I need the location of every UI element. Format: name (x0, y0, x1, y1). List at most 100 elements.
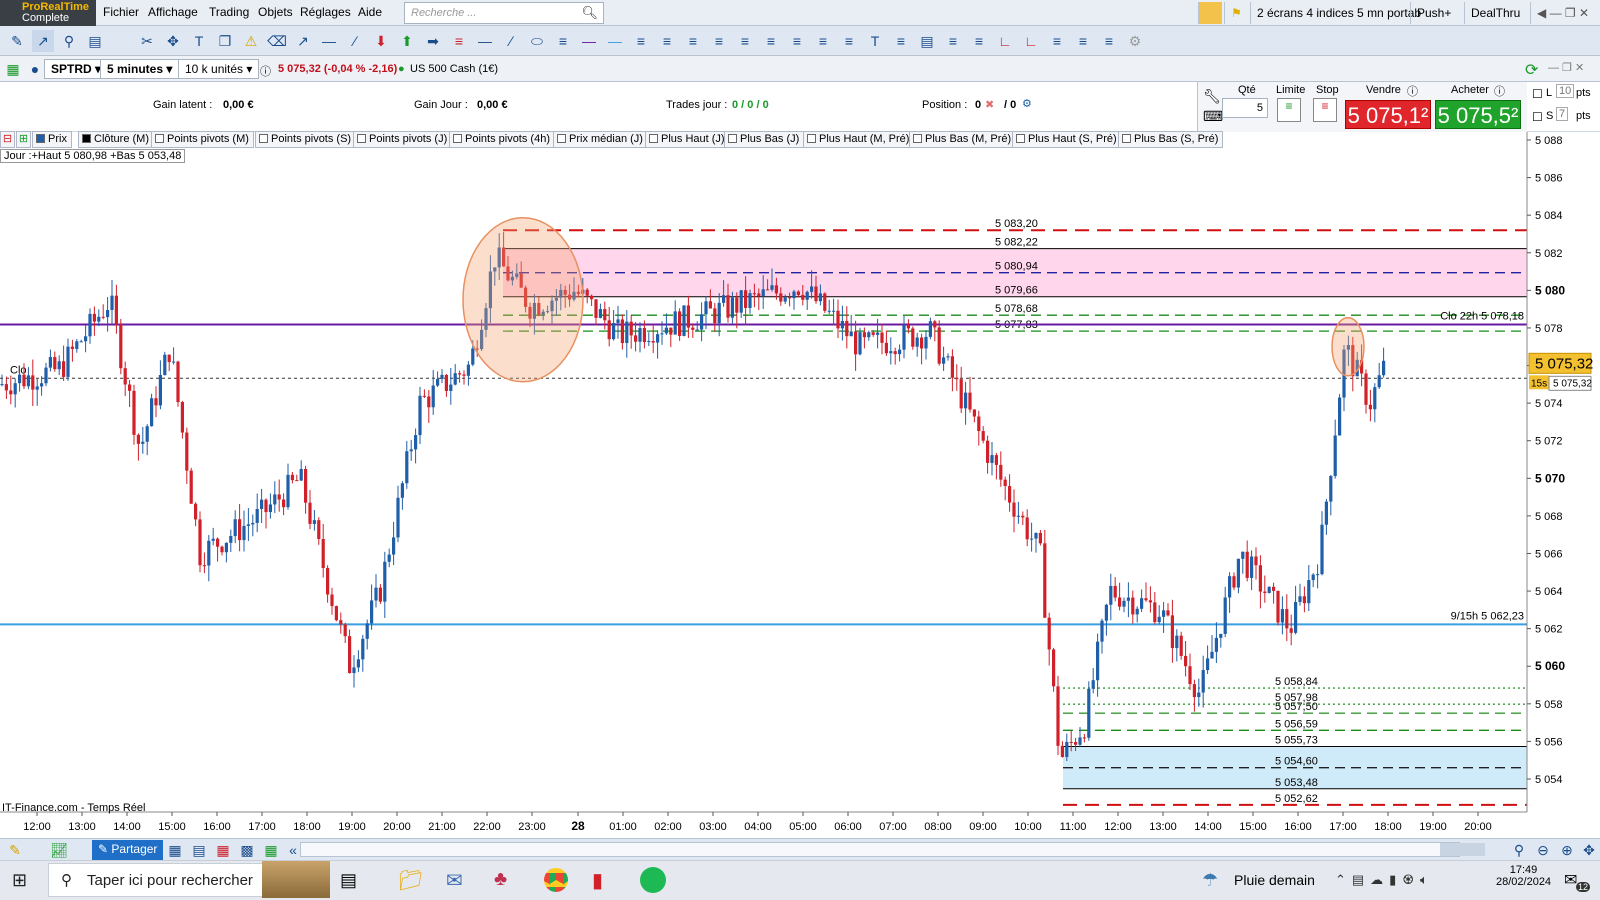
remove-indicator-icon[interactable]: ⊟ (0, 131, 15, 148)
mail-icon[interactable]: ✉ (446, 868, 463, 893)
scissors-tool-icon[interactable]: ✂ (136, 30, 158, 52)
hline-tool-icon[interactable]: ≡ (448, 30, 470, 52)
cursor-tool-icon[interactable]: ↗ (32, 30, 54, 52)
fibo-tool-7-icon[interactable]: ≡ (786, 30, 808, 52)
flag-icon[interactable]: ⚑ (1224, 2, 1248, 24)
sell-info-icon[interactable]: ⓘ (1407, 83, 1418, 99)
close-position-icon[interactable]: ✖ (985, 98, 994, 111)
fibo-tool-11-icon[interactable]: ≡ (968, 30, 990, 52)
window-controls-icon[interactable]: — ❐ ✕ (1548, 61, 1584, 74)
text-box-icon[interactable]: T (864, 30, 886, 52)
fibo-tool-13-icon[interactable]: ≡ (1072, 30, 1094, 52)
weather-text[interactable]: Pluie demain (1234, 872, 1315, 888)
indicator-pivots-4h[interactable]: Points pivots (4h) (449, 131, 555, 148)
zoom-out-icon[interactable]: ⊖ (1532, 839, 1554, 861)
qty-input[interactable]: 5 (1222, 98, 1268, 118)
stop-order-button[interactable]: ≡ (1313, 98, 1337, 122)
limit-order-button[interactable]: ≡ (1277, 98, 1301, 122)
menu-fichier[interactable]: Fichier (103, 5, 139, 19)
purple-line-icon[interactable]: ― (578, 30, 600, 52)
multi-chart-icon[interactable]: ▩ (236, 839, 258, 861)
clock[interactable]: 17:49 28/02/2024 (1496, 864, 1551, 888)
fibo-tool-1-icon[interactable]: ≡ (630, 30, 652, 52)
info-icon[interactable]: ⓘ (260, 63, 271, 79)
trendline-icon[interactable]: ∕ (500, 30, 522, 52)
ticker-select[interactable]: SPTRD ▾ (44, 59, 109, 79)
line-tool-icon[interactable]: ∕ (344, 30, 366, 52)
orders-icon[interactable]: ▦ (2, 58, 24, 80)
settings-icon[interactable]: ⚙ (1022, 97, 1032, 110)
alert-bell-icon[interactable]: ⚠ (240, 30, 262, 52)
l-checkbox[interactable]: ☐ (1532, 87, 1543, 101)
file-explorer-icon[interactable]: 📁︎ (398, 868, 423, 893)
sell-button[interactable]: 5 075,1² (1345, 100, 1431, 129)
pencil-tool-icon[interactable]: ✎ (6, 30, 28, 52)
fibo-tool-8-icon[interactable]: ≡ (812, 30, 834, 52)
l-input[interactable]: 10 (1556, 84, 1575, 98)
chrome-icon[interactable] (544, 868, 568, 892)
arrow-tool-icon[interactable]: ↗ (292, 30, 314, 52)
ruler-tool-2-icon[interactable]: ▤ (916, 30, 938, 52)
indicator-plus-haut-m[interactable]: Plus Haut (M, Pré) (803, 131, 915, 148)
menu-trading[interactable]: Trading (209, 5, 249, 19)
move-tool-icon[interactable]: ✥ (162, 30, 184, 52)
price-chart[interactable]: 5 083,20 5 082,22 5 080,94 5 079,66 5 078,68… (0, 132, 1600, 838)
search-input[interactable]: Recherche ... 🔍︎ (404, 2, 604, 24)
dealthru-button[interactable]: DealThru (1464, 2, 1526, 24)
lock-icon[interactable]: ● (24, 58, 46, 80)
menu-aide[interactable]: Aide (358, 5, 382, 19)
fibo-tool-6-icon[interactable]: ≡ (760, 30, 782, 52)
search-icon[interactable]: 🔍︎ (581, 5, 598, 21)
indicator-pivots-s[interactable]: Points pivots (S) (255, 131, 357, 148)
scrollbar-thumb[interactable] (1440, 843, 1485, 856)
zoom-tool-icon[interactable]: ⚲ (58, 30, 80, 52)
list-icon[interactable]: ▤ (188, 839, 210, 861)
settings-tool-icon[interactable]: ⚙ (1124, 30, 1146, 52)
system-tray-icons[interactable]: ⌃▤☁▮♼🔈︎ (1335, 872, 1434, 888)
buy-button[interactable]: 5 075,5² (1435, 100, 1521, 129)
keyboard-icon[interactable]: ⌨ (1203, 108, 1223, 125)
menu-reglages[interactable]: Réglages (300, 5, 351, 19)
prorealtime-taskbar-icon[interactable]: ▮ (592, 868, 603, 893)
share-button[interactable]: ✎ Partager (92, 840, 164, 860)
fibo-tool-4-icon[interactable]: ≡ (708, 30, 730, 52)
export-icon[interactable]: ▦ (260, 839, 282, 861)
ellipse-tool-icon[interactable]: ⬭ (526, 30, 548, 52)
horizontal-line-icon[interactable]: ― (474, 30, 496, 52)
add-indicator-icon[interactable]: ⊞ (16, 131, 31, 148)
chart-scrollbar[interactable] (300, 842, 1460, 857)
s-input[interactable]: 7 (1556, 107, 1569, 121)
pencil-icon[interactable]: ✎ (4, 839, 26, 861)
wrench-icon[interactable]: 🔧︎ (1203, 88, 1221, 105)
indicator-plus-bas-s[interactable]: Plus Bas (S, Pré) (1118, 131, 1224, 148)
segment-tool-icon[interactable]: — (318, 30, 340, 52)
indicator-pivots-j[interactable]: Points pivots (J) (353, 131, 453, 148)
indicator-plus-haut-s[interactable]: Plus Haut (S, Pré) (1012, 131, 1122, 148)
grid-icon[interactable]: ▦ (212, 839, 234, 861)
menu-objets[interactable]: Objets (258, 5, 293, 19)
indicator-pivots-m[interactable]: Points pivots (M) (151, 131, 254, 148)
window-controls-icon[interactable]: ◀ — ❐ ✕ (1530, 2, 1595, 24)
indicator-plus-bas-j[interactable]: Plus Bas (J) (724, 131, 805, 148)
push-button[interactable]: Push+ (1410, 2, 1457, 24)
workspace-button[interactable]: 2 écrans 4 indices 5 mn portab (1250, 2, 1427, 24)
blue-line-icon[interactable]: ― (604, 30, 626, 52)
fan-tool-icon[interactable]: ∟ (994, 30, 1016, 52)
game-icon[interactable]: ♣ (494, 868, 507, 891)
fibo-tool-12-icon[interactable]: ≡ (1046, 30, 1068, 52)
indicator-plus-bas-m[interactable]: Plus Bas (M, Pré) (909, 131, 1017, 148)
buy-info-icon[interactable]: ⓘ (1494, 83, 1505, 99)
menu-affichage[interactable]: Affichage (148, 5, 198, 19)
fibo-tool-14-icon[interactable]: ≡ (1098, 30, 1120, 52)
trash-tool-icon[interactable]: ⌫ (266, 30, 288, 52)
layout-icon[interactable]: ▦ (164, 839, 186, 861)
indicator-cloture[interactable]: Clôture (M) (78, 131, 155, 148)
indicator-prix-median[interactable]: Prix médian (J) (553, 131, 648, 148)
zoom-fit-icon[interactable]: ⚲ (1508, 839, 1530, 861)
spotify-icon[interactable] (640, 867, 666, 893)
units-select[interactable]: 10 k unités ▾ (178, 59, 260, 79)
channel-tool-2-icon[interactable]: ≡ (890, 30, 912, 52)
fibo-tool-10-icon[interactable]: ≡ (942, 30, 964, 52)
fibo-tool-2-icon[interactable]: ≡ (656, 30, 678, 52)
sell-arrow-icon[interactable]: ⬇ (370, 30, 392, 52)
